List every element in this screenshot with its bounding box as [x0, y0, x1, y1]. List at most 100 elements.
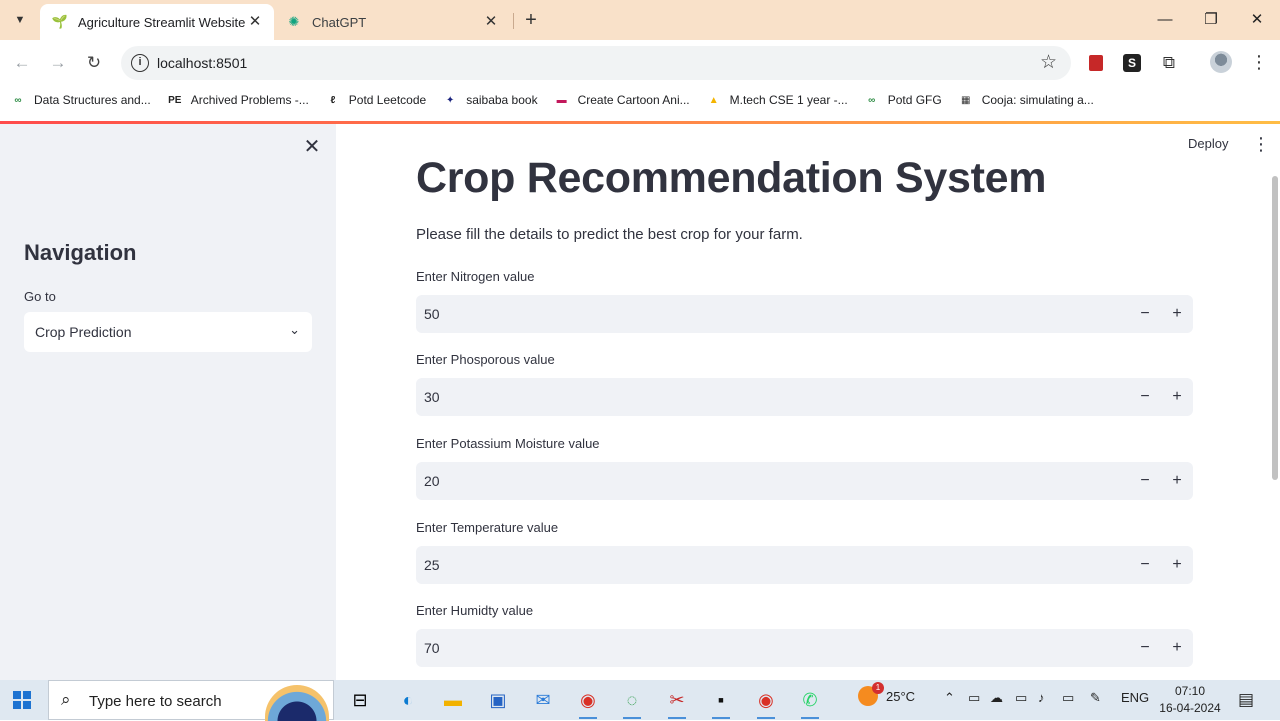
decrement-button[interactable]: −	[1133, 385, 1157, 409]
bookmark-item[interactable]: ✦ saibaba book	[442, 93, 538, 107]
display-icon[interactable]: ▭	[1062, 690, 1074, 706]
chrome-profile-icon[interactable]: ◉	[752, 686, 780, 714]
forward-button[interactable]: →	[45, 50, 71, 76]
task-view-icon[interactable]: ⊟	[346, 686, 374, 714]
field-value[interactable]: 30	[424, 389, 440, 405]
book-icon: ✦	[445, 94, 455, 106]
bookmark-item[interactable]: ℓ Potd Leetcode	[325, 93, 426, 107]
weather-widget[interactable]: 1 25°C	[858, 682, 915, 706]
select-label: Go to	[24, 289, 56, 304]
increment-button[interactable]: +	[1165, 302, 1189, 326]
edge-icon[interactable]: ◐	[394, 686, 422, 714]
active-app-indicator	[623, 717, 641, 719]
chrome-icon[interactable]: ◉	[574, 686, 602, 714]
close-sidebar-icon[interactable]: ✕	[302, 136, 322, 158]
bookmark-star-icon[interactable]: ☆	[1040, 51, 1057, 74]
active-app-indicator	[757, 717, 775, 719]
decrement-button[interactable]: −	[1133, 553, 1157, 577]
address-bar[interactable]: i localhost:8501 ☆	[121, 46, 1071, 80]
site-info-icon[interactable]: i	[131, 54, 149, 72]
cartoon-icon: ▬	[556, 94, 567, 106]
close-window-button[interactable]: ✕	[1234, 6, 1280, 34]
bookmark-label: Potd GFG	[887, 93, 942, 107]
bookmark-item[interactable]: ▲ M.tech CSE 1 year -...	[706, 93, 848, 107]
tab-chatgpt[interactable]: ✺ ChatGPT ✕	[278, 4, 510, 40]
reload-button[interactable]: ↻	[81, 50, 107, 76]
extensions-puzzle-icon[interactable]: ⧉	[1157, 51, 1181, 75]
loading-circle-icon[interactable]: ◌	[618, 686, 646, 714]
field-value[interactable]: 50	[424, 306, 440, 322]
field-value[interactable]: 20	[424, 473, 440, 489]
bookmark-label: Create Cartoon Ani...	[577, 93, 690, 107]
browser-toolbar: ← → ↻ i localhost:8501 ☆ S ⧉	[0, 40, 1280, 86]
clock[interactable]: 07:10 16-04-2024	[1158, 683, 1222, 717]
potassium-field: Enter Potassium Moisture value 20 − +	[416, 436, 1193, 500]
onedrive-cloud-icon[interactable]: ☁	[990, 690, 1003, 706]
field-value[interactable]: 25	[424, 557, 440, 573]
increment-button[interactable]: +	[1165, 636, 1189, 660]
main-menu-icon[interactable]: ⋮	[1252, 134, 1270, 155]
language-indicator[interactable]: ENG	[1121, 690, 1149, 705]
taskbar-search[interactable]: ⌕ Type here to search	[48, 680, 334, 721]
file-explorer-icon[interactable]: ▬	[439, 686, 467, 714]
extension-s-icon[interactable]: S	[1120, 51, 1144, 75]
volume-icon[interactable]: ♪	[1038, 690, 1045, 705]
gfg-icon: ∞	[14, 94, 22, 106]
chevron-down-icon: ⌄	[289, 322, 300, 337]
bookmark-item[interactable]: ∞ Data Structures and...	[10, 93, 150, 107]
nitrogen-input[interactable]: 50 − +	[416, 295, 1193, 333]
decrement-button[interactable]: −	[1133, 636, 1157, 660]
pe-icon: PE	[168, 94, 182, 106]
increment-button[interactable]: +	[1165, 469, 1189, 493]
increment-button[interactable]: +	[1165, 385, 1189, 409]
humidity-input[interactable]: 70 − +	[416, 629, 1193, 667]
url-text[interactable]: localhost:8501	[157, 55, 247, 71]
meet-now-icon[interactable]: ▭	[968, 690, 980, 706]
decrement-button[interactable]: −	[1133, 469, 1157, 493]
store-icon[interactable]: ▣	[484, 686, 512, 714]
tab-agriculture[interactable]: 🌱 Agriculture Streamlit Website ✕	[40, 4, 274, 40]
battery-icon[interactable]: ▭	[1015, 690, 1027, 706]
scrollbar[interactable]	[1272, 176, 1278, 480]
potassium-input[interactable]: 20 − +	[416, 462, 1193, 500]
restore-button[interactable]: ❐	[1188, 6, 1234, 34]
mail-icon[interactable]: ✉	[529, 686, 557, 714]
pen-icon[interactable]: ✎	[1090, 690, 1101, 706]
tab-search-chevron-icon[interactable]: ▼	[8, 9, 32, 31]
back-button[interactable]: ←	[9, 50, 35, 76]
page-select[interactable]: Crop Prediction ⌄	[24, 312, 312, 352]
snipping-tool-icon[interactable]: ✂	[663, 686, 691, 714]
bookmark-item[interactable]: ▦ Cooja: simulating a...	[958, 93, 1094, 107]
cooja-icon: ▦	[960, 94, 971, 106]
minimize-button[interactable]: —	[1142, 6, 1188, 34]
close-tab-icon[interactable]: ✕	[482, 13, 500, 31]
sprout-icon: 🌱	[51, 14, 69, 29]
close-tab-icon[interactable]: ✕	[246, 13, 264, 31]
search-placeholder[interactable]: Type here to search	[89, 693, 222, 710]
increment-button[interactable]: +	[1165, 553, 1189, 577]
profile-avatar[interactable]	[1210, 51, 1232, 73]
temperature-input[interactable]: 25 − +	[416, 546, 1193, 584]
browser-menu-icon[interactable]: ⋮	[1250, 51, 1268, 73]
extension-red-icon[interactable]	[1084, 51, 1108, 75]
weather-badge: 1	[872, 682, 884, 694]
active-app-indicator	[712, 717, 730, 719]
deploy-button[interactable]: Deploy	[1188, 136, 1228, 151]
drive-icon: ▲	[708, 94, 719, 106]
field-value[interactable]: 70	[424, 640, 440, 656]
chatgpt-icon: ✺	[288, 14, 300, 29]
notification-icon[interactable]: ▤	[1238, 690, 1254, 710]
bookmark-item[interactable]: ▬ Create Cartoon Ani...	[554, 93, 690, 107]
terminal-icon[interactable]: ▪	[707, 686, 735, 714]
bookmark-item[interactable]: ∞ Potd GFG	[864, 93, 942, 107]
gfg-icon: ∞	[868, 94, 876, 106]
whatsapp-icon[interactable]: ✆	[796, 686, 824, 714]
bookmark-item[interactable]: PE Archived Problems -...	[167, 93, 309, 107]
new-tab-button[interactable]: +	[520, 8, 542, 32]
decrement-button[interactable]: −	[1133, 302, 1157, 326]
active-app-indicator	[668, 717, 686, 719]
chevron-up-icon[interactable]: ⌃	[944, 690, 955, 706]
phosporous-input[interactable]: 30 − +	[416, 378, 1193, 416]
windows-start-icon[interactable]	[13, 691, 31, 709]
field-label: Enter Phosporous value	[416, 352, 555, 367]
